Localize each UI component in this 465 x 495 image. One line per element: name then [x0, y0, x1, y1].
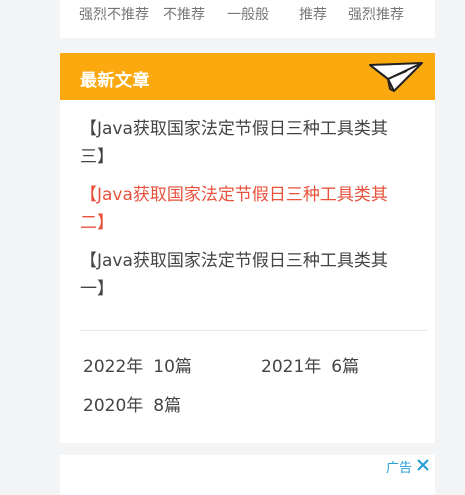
archive-count: 8篇: [153, 396, 182, 416]
rating-average[interactable]: 一般般: [227, 4, 299, 24]
latest-articles-title: 最新文章: [80, 71, 150, 91]
divider: [80, 330, 427, 331]
paper-plane-icon: [369, 62, 423, 92]
rating-strongly-not-recommend[interactable]: 强烈不推荐: [79, 4, 163, 24]
article-list: 【Java获取国家法定节假日三种工具类其三】 【Java获取国家法定节假日三种工…: [80, 115, 410, 313]
latest-articles-header: 最新文章: [60, 53, 435, 100]
rating-card: 强烈不推荐 不推荐 一般般 推荐 强烈推荐: [60, 0, 435, 38]
archive-year: 2022年: [83, 357, 144, 377]
article-link[interactable]: 【Java获取国家法定节假日三种工具类其三】: [80, 115, 410, 171]
rating-strongly-recommend[interactable]: 强烈推荐: [348, 4, 418, 24]
ad-card: 广告: [60, 455, 435, 495]
archive-year: 2021年: [261, 357, 322, 377]
rating-recommend[interactable]: 推荐: [299, 4, 348, 24]
close-icon[interactable]: [416, 458, 430, 472]
archive-item[interactable]: 2021年 6篇: [261, 352, 359, 377]
article-link[interactable]: 【Java获取国家法定节假日三种工具类其二】: [80, 181, 410, 237]
rating-not-recommend[interactable]: 不推荐: [163, 4, 227, 24]
article-link[interactable]: 【Java获取国家法定节假日三种工具类其一】: [80, 247, 410, 303]
archive-count: 10篇: [153, 357, 192, 377]
archive-item[interactable]: 2022年 10篇: [83, 352, 192, 377]
archive-item[interactable]: 2020年 8篇: [83, 391, 181, 416]
ad-label: 广告: [385, 461, 412, 476]
latest-articles-card: 最新文章 【Java获取国家法定节假日三种工具类其三】 【Java获取国家法定节…: [60, 53, 435, 443]
rating-options: 强烈不推荐 不推荐 一般般 推荐 强烈推荐: [79, 4, 418, 24]
archive-count: 6篇: [331, 357, 360, 377]
archive-year: 2020年: [83, 396, 144, 416]
